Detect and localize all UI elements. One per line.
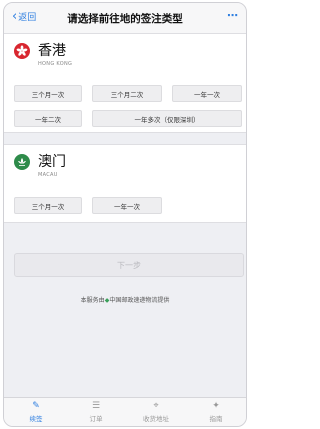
tab-address[interactable]: ⌖ 收货地址 bbox=[126, 401, 186, 423]
guide-icon: ✦ bbox=[212, 401, 220, 411]
option-mo-3m-single[interactable]: 三个月一次 bbox=[14, 197, 82, 214]
region-subtitle-hong-kong: HONG KONG bbox=[38, 61, 73, 67]
app-frame: ‹ 返回 请选择前往地的签注类型 ⋯ 香港 HONG KONG 三个月一次 三个… bbox=[3, 2, 247, 427]
service-provider-note: 本服务由◆中国邮政速递物流提供 bbox=[4, 295, 246, 304]
hong-kong-flag-icon bbox=[14, 43, 30, 59]
navigation-bar: ‹ 返回 请选择前往地的签注类型 ⋯ bbox=[4, 3, 246, 34]
option-hk-3m-single[interactable]: 三个月一次 bbox=[14, 85, 82, 102]
service-note-suffix: 中国邮政速递物流提供 bbox=[109, 297, 170, 304]
page-title: 请选择前往地的签注类型 bbox=[67, 13, 183, 25]
location-icon: ⌖ bbox=[153, 401, 159, 411]
tab-label-guide: 指南 bbox=[209, 415, 223, 423]
edit-icon: ✎ bbox=[32, 401, 40, 411]
region-name-hong-kong: 香港 bbox=[38, 43, 66, 59]
option-hk-1y-double[interactable]: 一年二次 bbox=[14, 110, 82, 127]
tab-label-renew: 续签 bbox=[29, 415, 43, 423]
macau-flag-icon bbox=[14, 154, 30, 170]
order-icon: ☰ bbox=[91, 401, 101, 411]
more-icon[interactable]: ⋯ bbox=[227, 9, 238, 22]
option-hk-3m-double[interactable]: 三个月二次 bbox=[92, 85, 162, 102]
tab-renew[interactable]: ✎ 续签 bbox=[6, 401, 66, 423]
tab-guide[interactable]: ✦ 指南 bbox=[186, 401, 246, 423]
next-step-button[interactable]: 下一步 bbox=[14, 253, 244, 277]
tab-orders[interactable]: ☰ 订单 bbox=[66, 401, 126, 423]
tab-label-address: 收货地址 bbox=[143, 415, 169, 423]
tab-bar: ✎ 续签 ☰ 订单 ⌖ 收货地址 ✦ 指南 bbox=[4, 397, 246, 426]
tab-label-orders: 订单 bbox=[89, 415, 103, 423]
hong-kong-card: 香港 HONG KONG 三个月一次 三个月二次 一年一次 一年二次 一年多次（… bbox=[4, 33, 246, 133]
macau-card: 澳门 MACAU 三个月一次 一年一次 bbox=[4, 144, 246, 223]
option-hk-1y-single[interactable]: 一年一次 bbox=[172, 85, 242, 102]
option-mo-1y-single[interactable]: 一年一次 bbox=[92, 197, 162, 214]
service-note-prefix: 本服务由 bbox=[80, 297, 105, 304]
region-subtitle-macau: MACAU bbox=[38, 172, 58, 178]
region-name-macau: 澳门 bbox=[38, 154, 66, 170]
option-hk-1y-multiple[interactable]: 一年多次（仅限深圳） bbox=[92, 110, 242, 127]
